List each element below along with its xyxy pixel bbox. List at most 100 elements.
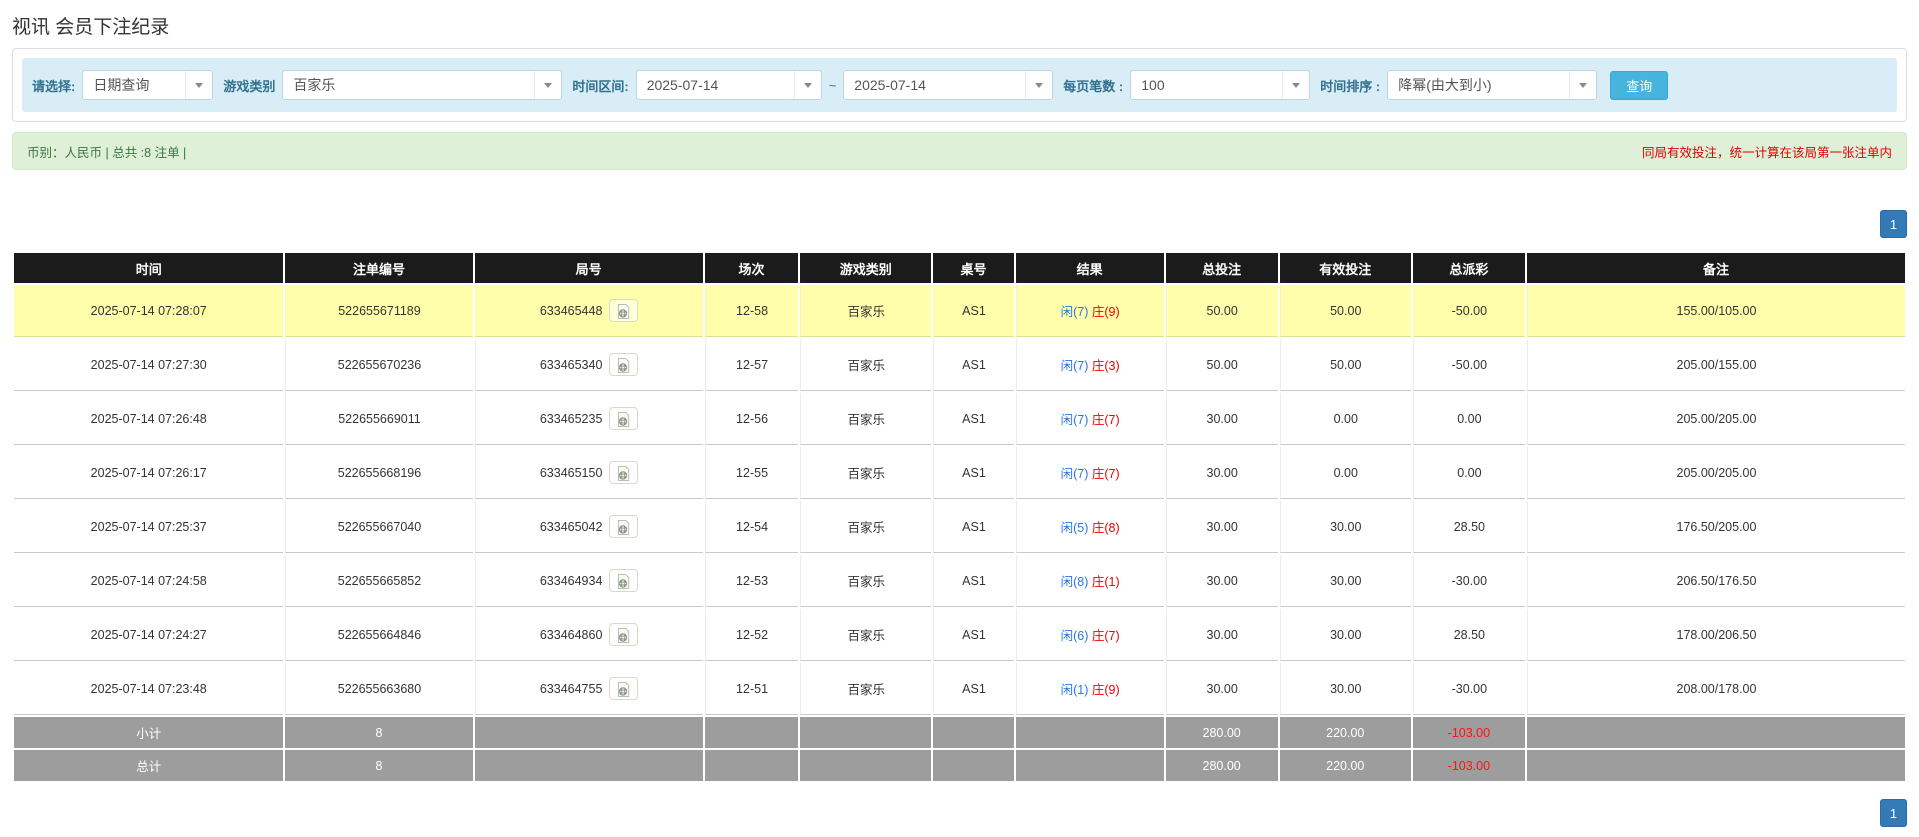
total-bet-link[interactable]: 30.00 [1166, 609, 1278, 661]
player-result: 闲(6) [1061, 629, 1089, 643]
banker-result: 庄(3) [1092, 359, 1120, 373]
column-header: 有效投注 [1280, 253, 1411, 283]
round-id: 633465042 [540, 520, 603, 534]
round-id: 633464755 [540, 682, 603, 696]
video-record-button[interactable] [609, 299, 638, 322]
summary-label: 小计 [14, 717, 283, 748]
video-record-icon [615, 411, 632, 428]
round-cell: 633465150 [475, 447, 703, 499]
chevron-down-icon[interactable] [1025, 71, 1052, 99]
page-size-label: 每页笔数 : [1063, 76, 1123, 95]
query-type-group: 请选择: 日期查询 [32, 70, 213, 100]
time-cell: 2025-07-14 07:24:58 [14, 555, 283, 607]
search-button[interactable]: 查询 [1610, 71, 1668, 100]
summary-empty-cell [800, 750, 931, 781]
round-wrap: 633465448 [540, 299, 639, 322]
chevron-down-icon[interactable] [794, 71, 821, 99]
table-row: 2025-07-14 07:26:48522655669011633465235… [14, 393, 1905, 445]
page-title: 视讯 会员下注纪录 [12, 12, 1907, 39]
session-cell: 12-51 [705, 663, 799, 715]
total-bet-link[interactable]: 50.00 [1166, 285, 1278, 337]
player-result: 闲(7) [1061, 413, 1089, 427]
table-no-cell: AS1 [933, 393, 1013, 445]
chevron-down-icon[interactable] [185, 71, 212, 99]
valid-bet-cell: 30.00 [1280, 501, 1411, 553]
video-record-button[interactable] [609, 515, 638, 538]
query-type-select[interactable]: 日期查询 [82, 70, 213, 100]
round-cell: 633465042 [475, 501, 703, 553]
player-result: 闲(8) [1061, 575, 1089, 589]
game-type-cell: 百家乐 [800, 501, 931, 553]
page-1-button[interactable]: 1 [1880, 799, 1907, 827]
note-cell: 205.00/205.00 [1527, 447, 1905, 499]
round-id: 633465340 [540, 358, 603, 372]
summary-count: 8 [285, 717, 472, 748]
date-from-select[interactable]: 2025-07-14 [636, 70, 822, 100]
round-id: 633465235 [540, 412, 603, 426]
video-record-icon [615, 303, 632, 320]
round-wrap: 633465150 [540, 461, 639, 484]
round-id: 633465448 [540, 304, 603, 318]
video-record-button[interactable] [609, 407, 638, 430]
time-sort-select[interactable]: 降幂(由大到小) [1387, 70, 1597, 100]
total-bet-link[interactable]: 30.00 [1166, 393, 1278, 445]
table-row: 2025-07-14 07:23:48522655663680633464755… [14, 663, 1905, 715]
video-record-button[interactable] [609, 569, 638, 592]
video-record-button[interactable] [609, 353, 638, 376]
session-cell: 12-53 [705, 555, 799, 607]
payout-cell: 0.00 [1413, 393, 1525, 445]
result-cell: 闲(7) 庄(7) [1016, 393, 1164, 445]
date-to-select[interactable]: 2025-07-14 [843, 70, 1053, 100]
valid-bet-cell: 50.00 [1280, 339, 1411, 391]
total-bet-link[interactable]: 30.00 [1166, 501, 1278, 553]
page-size-select[interactable]: 100 [1130, 70, 1310, 100]
chevron-down-icon[interactable] [1569, 71, 1596, 99]
table-row: 2025-07-14 07:24:58522655665852633464934… [14, 555, 1905, 607]
game-type-select[interactable]: 百家乐 [282, 70, 562, 100]
note-cell: 208.00/178.00 [1527, 663, 1905, 715]
game-type-cell: 百家乐 [800, 663, 931, 715]
total-bet-link[interactable]: 30.00 [1166, 447, 1278, 499]
total-bet-link[interactable]: 50.00 [1166, 339, 1278, 391]
query-type-label: 请选择: [32, 76, 75, 95]
player-result: 闲(1) [1061, 683, 1089, 697]
summary-row: 小计8280.00220.00-103.00 [14, 717, 1905, 748]
game-type-cell: 百家乐 [800, 285, 931, 337]
payout-cell: 28.50 [1413, 609, 1525, 661]
time-range-label: 时间区间: [572, 76, 628, 95]
player-result: 闲(7) [1061, 359, 1089, 373]
page-1-button[interactable]: 1 [1880, 210, 1907, 238]
bet-table-foot: 小计8280.00220.00-103.00总计8280.00220.00-10… [14, 717, 1905, 781]
valid-bet-cell: 50.00 [1280, 285, 1411, 337]
table-no-cell: AS1 [933, 339, 1013, 391]
video-record-icon [615, 465, 632, 482]
payout-cell: 0.00 [1413, 447, 1525, 499]
column-header: 结果 [1016, 253, 1164, 283]
column-header: 局号 [475, 253, 703, 283]
summary-empty-cell [705, 750, 799, 781]
summary-total-bet: 280.00 [1166, 750, 1278, 781]
player-result: 闲(7) [1061, 467, 1089, 481]
round-wrap: 633465235 [540, 407, 639, 430]
game-type-value: 百家乐 [283, 71, 534, 99]
chevron-down-icon[interactable] [534, 71, 561, 99]
table-row: 2025-07-14 07:24:27522655664846633464860… [14, 609, 1905, 661]
video-record-button[interactable] [609, 623, 638, 646]
result-cell: 闲(6) 庄(7) [1016, 609, 1164, 661]
video-record-button[interactable] [609, 677, 638, 700]
round-id: 633464934 [540, 574, 603, 588]
bet-id-cell: 522655671189 [285, 285, 472, 337]
table-no-cell: AS1 [933, 555, 1013, 607]
date-to-value: 2025-07-14 [844, 71, 1025, 99]
note-cell: 176.50/205.00 [1527, 501, 1905, 553]
summary-empty-cell [1016, 717, 1164, 748]
banker-result: 庄(9) [1092, 305, 1120, 319]
chevron-down-icon[interactable] [1282, 71, 1309, 99]
result-cell: 闲(7) 庄(3) [1016, 339, 1164, 391]
total-bet-link[interactable]: 30.00 [1166, 555, 1278, 607]
bet-id-cell: 522655669011 [285, 393, 472, 445]
table-no-cell: AS1 [933, 447, 1013, 499]
session-cell: 12-57 [705, 339, 799, 391]
total-bet-link[interactable]: 30.00 [1166, 663, 1278, 715]
video-record-button[interactable] [609, 461, 638, 484]
